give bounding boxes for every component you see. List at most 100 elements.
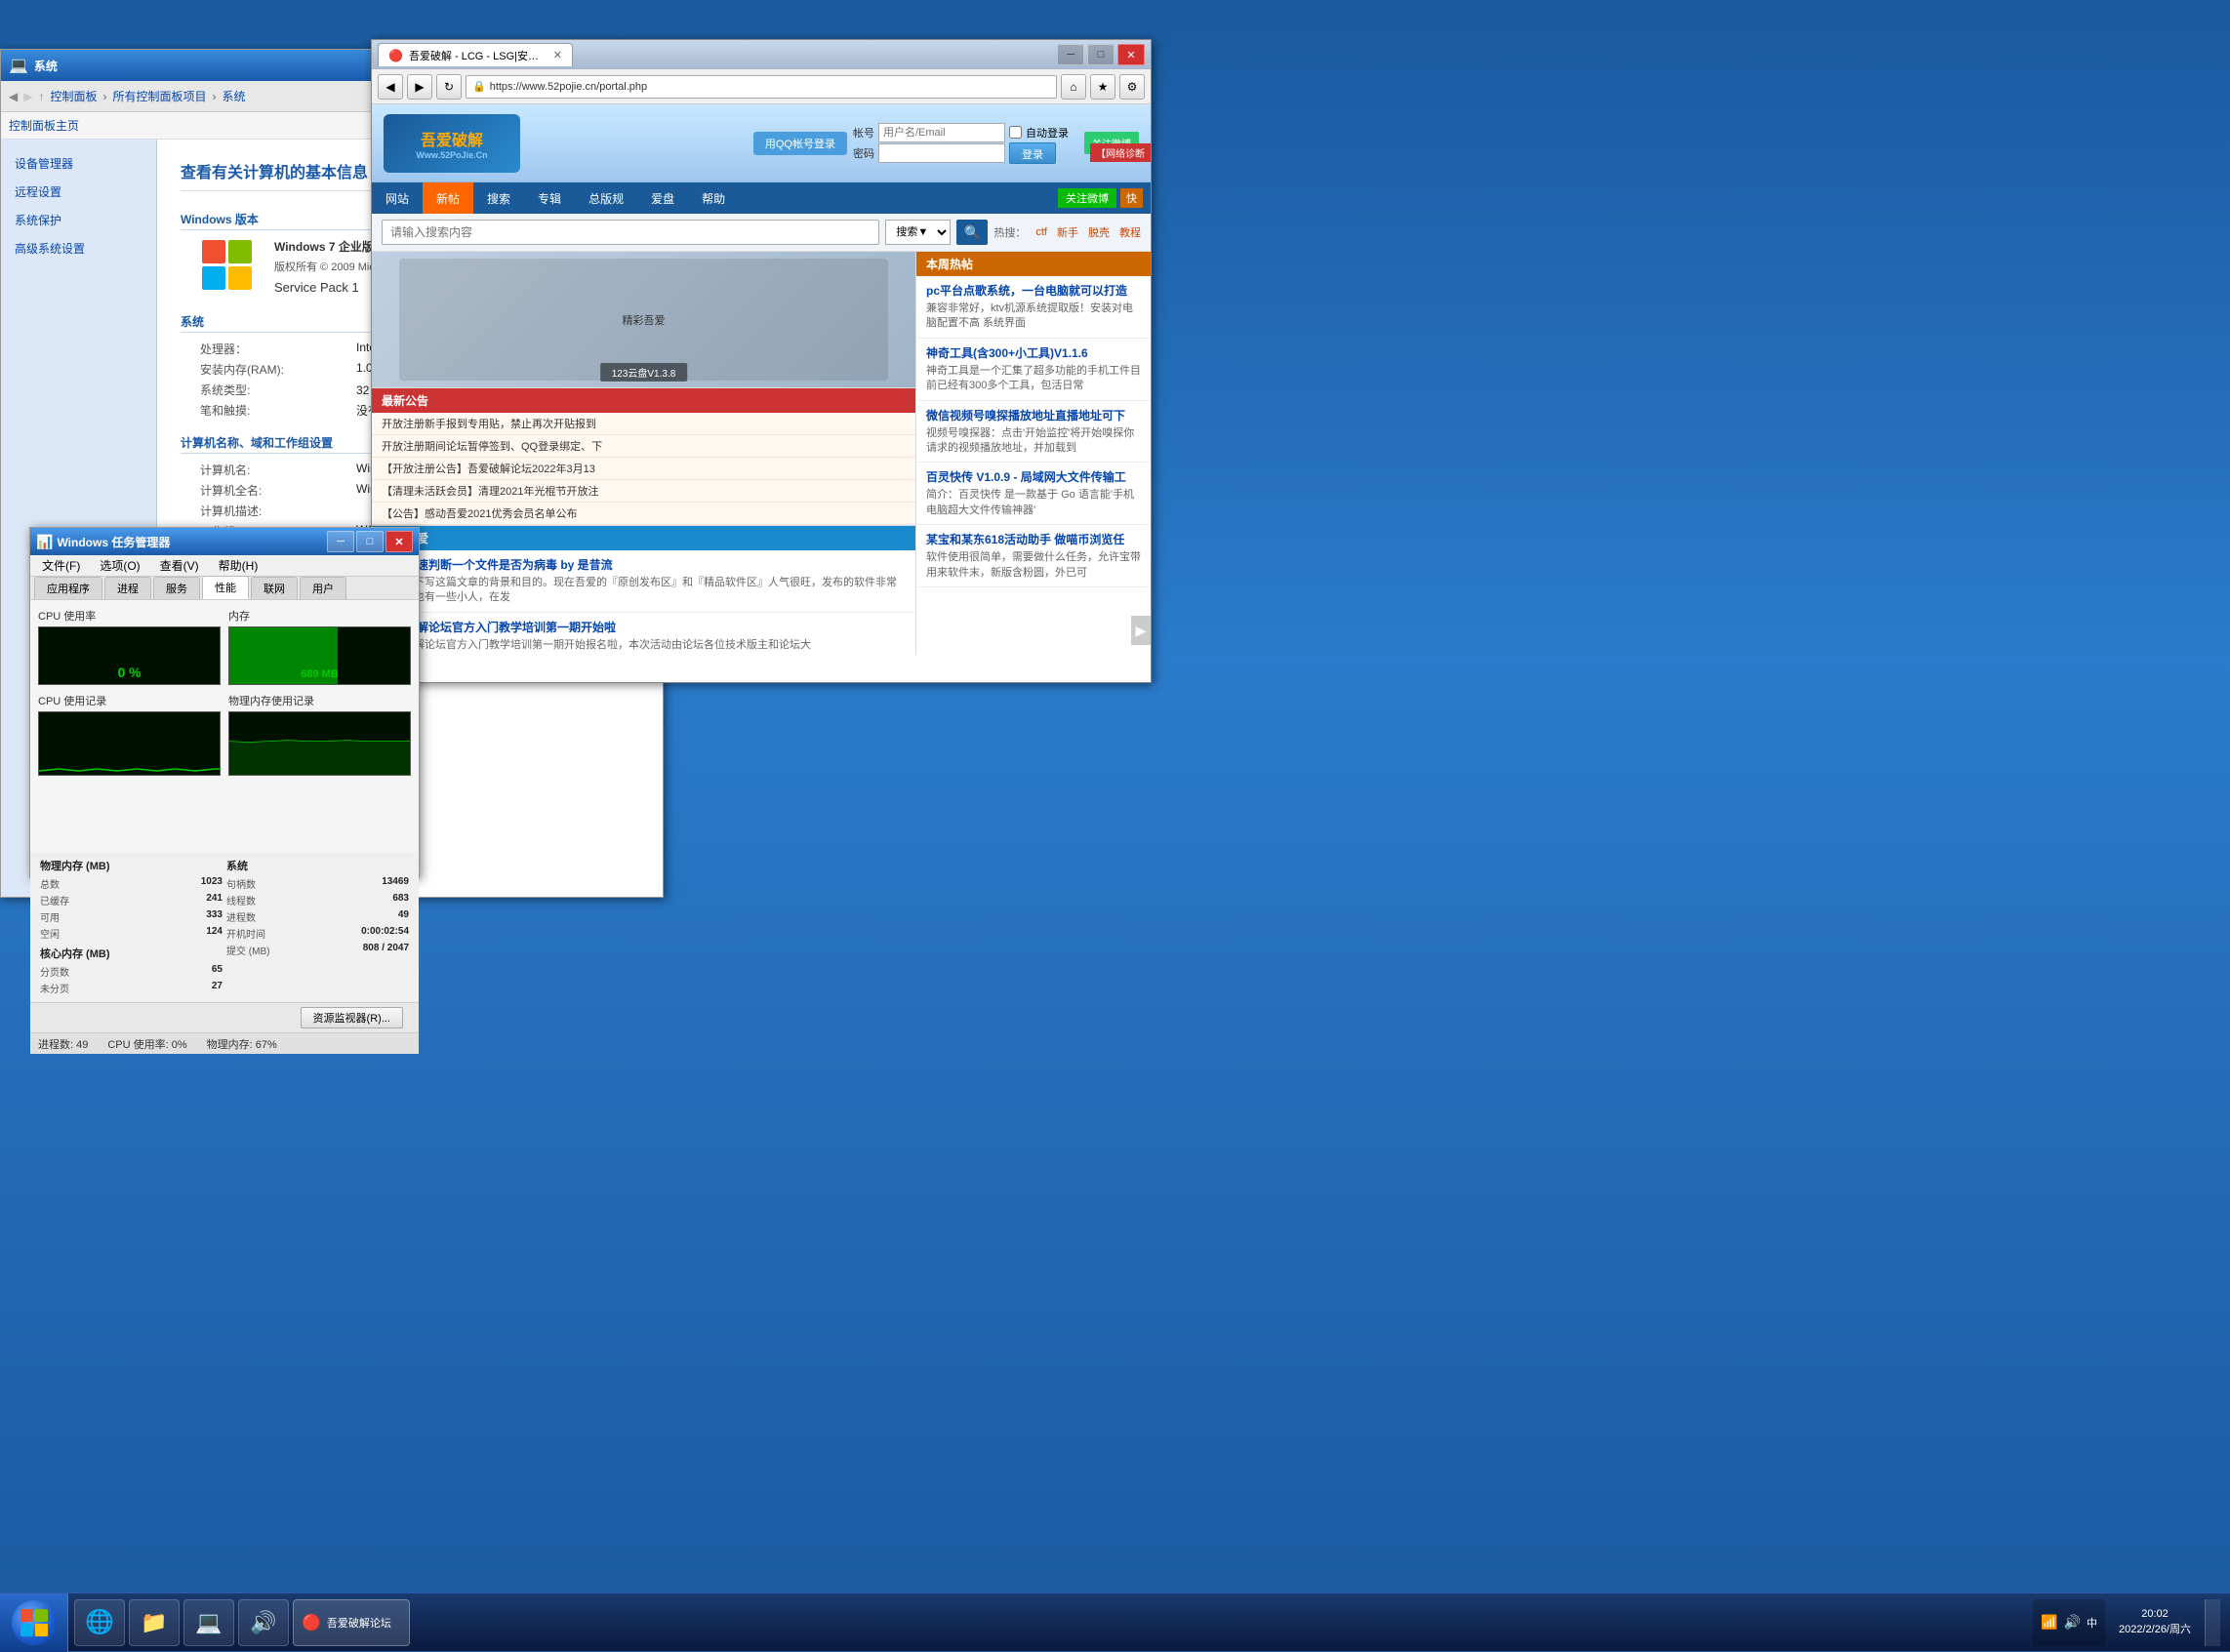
refresh-btn[interactable]: ↻ (436, 74, 462, 100)
taskmgr-close[interactable]: ✕ (385, 531, 413, 552)
sidebar-device-manager[interactable]: 设备管理器 (9, 151, 148, 176)
network-diag-btn[interactable]: 【网络诊断 (1090, 143, 1151, 162)
windows-logo (200, 238, 259, 292)
password-input[interactable] (878, 143, 1005, 163)
featured-post-title-0[interactable]: 如何快速判断一个文件是否为病毒 by 是昔流 (382, 556, 906, 573)
total-row: 总数 1023 (40, 875, 223, 892)
taskbar-media[interactable]: 🔊 (238, 1599, 289, 1646)
browser-maximize[interactable]: □ (1087, 44, 1115, 65)
quick-btn[interactable]: 快 (1120, 188, 1143, 208)
auto-login-checkbox[interactable] (1009, 126, 1022, 139)
taskbar-ie[interactable]: 🌐 (74, 1599, 125, 1646)
announcements-header: 最新公告 (372, 388, 915, 413)
show-desktop-btn[interactable] (2205, 1599, 2220, 1646)
breadcrumb-item-1[interactable]: 控制面板 (50, 88, 97, 104)
nav-help[interactable]: 帮助 (688, 182, 739, 214)
hot-post-title-1[interactable]: 神奇工具(含300+小工具)V1.1.6 (926, 344, 1141, 361)
tab-services[interactable]: 服务 (153, 577, 200, 599)
taskbar-computer[interactable]: 💻 (183, 1599, 234, 1646)
hot-tag-ctf[interactable]: ctf (1035, 226, 1047, 238)
sidebar-advanced-settings[interactable]: 高级系统设置 (9, 236, 148, 261)
password-row: 密码 登录 (853, 142, 1069, 164)
login-submit-btn[interactable]: 登录 (1009, 142, 1056, 164)
toolbar-link[interactable]: 控制面板主页 (9, 117, 79, 134)
wechat-follow-btn[interactable]: 关注微博 (1058, 188, 1116, 208)
scroll-right-btn[interactable]: ▶ (1131, 616, 1151, 645)
pojie-search-dropdown[interactable]: 搜索▼ (885, 220, 951, 245)
pojie-search-input[interactable] (382, 220, 879, 245)
tab-users[interactable]: 用户 (300, 577, 346, 599)
start-button[interactable] (0, 1593, 68, 1652)
cpu-usage-label: CPU 使用率 (38, 608, 221, 624)
favorites-btn[interactable]: ★ (1090, 74, 1115, 100)
nav-newpost[interactable]: 新帖 (423, 182, 473, 214)
hot-post-title-3[interactable]: 百灵快传 V1.0.9 - 局域网大文件传输工 (926, 468, 1141, 485)
tab-applications[interactable]: 应用程序 (34, 577, 102, 599)
taskmgr-minimize[interactable]: ─ (327, 531, 354, 552)
url-bar[interactable]: 🔒 https://www.52pojie.cn/portal.php (466, 75, 1057, 99)
breadcrumb-item-3[interactable]: 系统 (223, 88, 246, 104)
pojie-header: 吾爱破解 Www.52PoJie.Cn 用QQ帐号登录 帐号 自动登录 (372, 104, 1151, 182)
pojie-search-btn[interactable]: 🔍 (956, 220, 988, 245)
nav-pan[interactable]: 爱盘 (637, 182, 688, 214)
nav-up-btn[interactable]: ↑ (38, 90, 44, 103)
physical-mem-stats: 物理内存 (MB) 总数 1023 已缓存 241 可用 333 空闲 124 (38, 856, 224, 998)
taskmgr-maximize[interactable]: □ (356, 531, 384, 552)
resource-monitor-btn[interactable]: 资源监视器(R)... (301, 1007, 403, 1028)
announcement-1[interactable]: 开放注册期间论坛暂停签到、QQ登录绑定、下 (372, 435, 915, 458)
hot-tag-unpack[interactable]: 脱壳 (1088, 224, 1110, 240)
yunpan-label[interactable]: 123云盘V1.3.8 (600, 363, 688, 382)
hot-post-title-0[interactable]: pc平台点歌系统，一台电脑就可以打造 (926, 282, 1141, 299)
tools-btn[interactable]: ⚙ (1119, 74, 1145, 100)
system-clock[interactable]: 20:02 2022/2/26/周六 (2113, 1607, 2197, 1637)
processes-label: 进程数 (226, 909, 256, 924)
announcement-0[interactable]: 开放注册新手报到专用贴，禁止再次开贴报到 (372, 413, 915, 435)
nonpaged-row: 未分页 27 (40, 980, 223, 996)
menu-options[interactable]: 选项(O) (92, 555, 147, 576)
menu-file[interactable]: 文件(F) (34, 555, 88, 576)
account-input[interactable] (878, 123, 1005, 142)
announcement-2[interactable]: 【开放注册公告】吾爱破解论坛2022年3月13 (372, 458, 915, 480)
hot-post-title-2[interactable]: 微信视频号嗅探播放地址直播地址可下 (926, 407, 1141, 423)
back-btn[interactable]: ◀ (378, 74, 403, 100)
taskbar-explorer[interactable]: 📁 (129, 1599, 180, 1646)
nav-website[interactable]: 网站 (372, 182, 423, 214)
taskmgr-title: Windows 任务管理器 (57, 534, 327, 550)
tab-performance[interactable]: 性能 (202, 576, 249, 599)
tab-network[interactable]: 联网 (251, 577, 298, 599)
taskbar-pojie-btn[interactable]: 🔴 吾爱破解论坛 (293, 1599, 410, 1646)
nav-album[interactable]: 专辑 (524, 182, 575, 214)
commit-row: 提交 (MB) 808 / 2047 (226, 942, 409, 958)
sidebar-system-protection[interactable]: 系统保护 (9, 208, 148, 232)
status-processes: 进程数: 49 (38, 1036, 88, 1052)
menu-view[interactable]: 查看(V) (152, 555, 207, 576)
browser-tab[interactable]: 🔴 吾爱破解 - LCG - LSG|安卓... ✕ (378, 43, 573, 66)
featured-post-title-1[interactable]: 吾爱破解论坛官方入门教学培训第一期开始啦 (382, 619, 906, 635)
breadcrumb-item-2[interactable]: 所有控制面板项目 (112, 88, 206, 104)
nav-forward-btn[interactable]: ▶ (23, 90, 32, 103)
hot-tag-beginner[interactable]: 新手 (1057, 224, 1078, 240)
pojie-right-panel: 本周热帖 pc平台点歌系统，一台电脑就可以打造 兼容非常好，ktv机源系统提取版… (916, 252, 1151, 655)
hot-post-title-4[interactable]: 某宝和某东618活动助手 做喵币浏览任 (926, 531, 1141, 547)
nav-back-btn[interactable]: ◀ (9, 90, 18, 103)
sidebar-remote-settings[interactable]: 远程设置 (9, 180, 148, 204)
home-btn[interactable]: ⌂ (1061, 74, 1086, 100)
hot-post-4: 某宝和某东618活动助手 做喵币浏览任 软件使用很简单，需要做什么任务，允许宝带… (916, 525, 1151, 587)
announcement-3[interactable]: 【清理未活跃会员】清理2021年光棍节开放注 (372, 480, 915, 503)
nav-search[interactable]: 搜索 (473, 182, 524, 214)
announcement-4[interactable]: 【公告】感动吾爱2021优秀会员名单公布 (372, 503, 915, 525)
menu-help[interactable]: 帮助(H) (211, 555, 266, 576)
hot-tag-tutorial[interactable]: 教程 (1119, 224, 1141, 240)
windows-logo-icon (20, 1608, 49, 1637)
tab-close-btn[interactable]: ✕ (553, 49, 562, 61)
tab-processes[interactable]: 进程 (104, 577, 151, 599)
auto-login-label: 自动登录 (1026, 125, 1069, 141)
nav-rules[interactable]: 总版规 (575, 182, 637, 214)
handles-label: 句柄数 (226, 876, 256, 891)
forward-btn[interactable]: ▶ (407, 74, 432, 100)
browser-minimize[interactable]: ─ (1057, 44, 1084, 65)
browser-close[interactable]: ✕ (1117, 44, 1145, 65)
qq-login-btn[interactable]: 用QQ帐号登录 (753, 132, 847, 155)
mem-history-graph (228, 711, 411, 776)
social-area: 关注微博 快 (1050, 188, 1151, 208)
